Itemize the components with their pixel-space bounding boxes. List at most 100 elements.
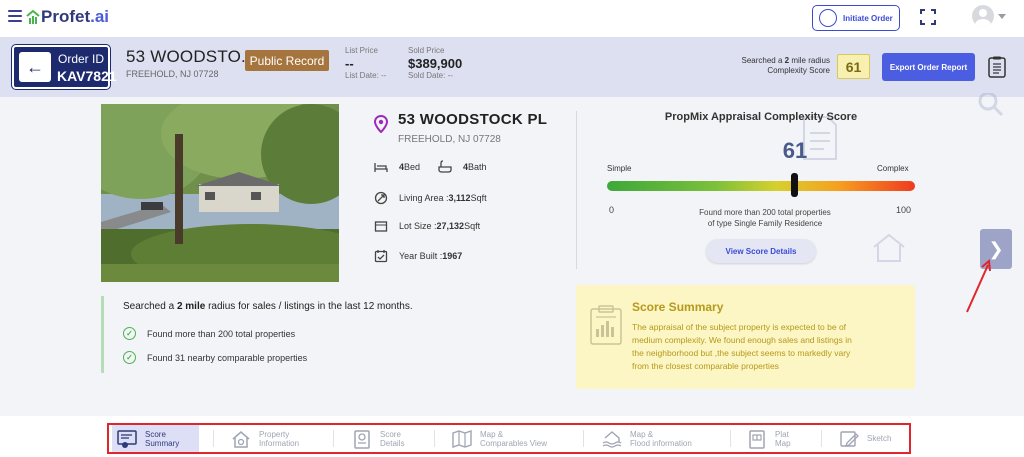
list-item: ✓ Found 31 nearby comparable properties <box>123 351 307 364</box>
nav-separator <box>583 430 584 447</box>
beds-label: Bed <box>404 162 421 172</box>
complexity-score-title: PropMix Appraisal Complexity Score <box>664 111 858 123</box>
initiate-order-label: Initiate Order <box>843 13 893 23</box>
search-summary-panel: Searched a 2 mile radius for sales / lis… <box>101 296 459 373</box>
nav-separator <box>333 430 334 447</box>
complex-label: Complex <box>877 164 909 173</box>
nav-highlight-frame: Score Summary Property Information Score De… <box>107 423 911 454</box>
property-photo[interactable] <box>101 104 339 282</box>
score-summary-card: Score Summary The appraisal of the subje… <box>576 285 915 389</box>
logo-house-icon <box>26 9 40 24</box>
tab-label-line1: Plat <box>775 429 789 439</box>
list-item: ✓ Found more than 200 total properties <box>123 327 295 340</box>
public-record-badge: Public Record <box>245 50 329 71</box>
tab-label: Score Summary <box>145 430 179 448</box>
tab-score-details[interactable]: Score Details <box>352 425 404 452</box>
living-area-row: Living Area : 3,112 Sqft <box>374 191 487 205</box>
order-id-label: Order ID <box>58 52 105 66</box>
complexity-score-label: Complexity Score <box>767 66 830 75</box>
fullscreen-icon[interactable] <box>920 9 936 25</box>
header-city: FREEHOLD, NJ 07728 <box>126 69 219 79</box>
list-item-text: Found more than 200 total properties <box>147 328 296 339</box>
report-document-icon[interactable] <box>988 56 1006 78</box>
complexity-score-marker <box>791 173 799 197</box>
found-properties-text: Found more than 200 total properties of … <box>670 207 860 229</box>
back-button[interactable]: ← <box>19 52 51 82</box>
top-bar: Profet .ai Initiate Order <box>0 0 1024 37</box>
house-deco-icon <box>873 233 905 262</box>
baths-label: Bath <box>468 162 487 172</box>
header-address: 53 WOODSTO... <box>126 47 256 66</box>
tab-label-line2: Comparables View <box>480 438 547 448</box>
tab-label: Score Details <box>380 430 404 448</box>
living-area-value: 3,112 <box>448 193 471 203</box>
list-price-label: List Price <box>345 46 378 55</box>
lot-size-unit: Sqft <box>464 221 481 231</box>
tab-label: Map & Flood information <box>630 430 692 448</box>
bed-icon <box>374 163 388 172</box>
score-summary-icon <box>117 429 137 448</box>
living-area-label: Living Area : <box>399 193 449 203</box>
calendar-icon <box>374 250 388 263</box>
flood-icon <box>602 430 622 448</box>
list-price-block: List Price -- List Date: -- <box>345 46 386 80</box>
radius-text: Searched a 2 mile radius Complexity Scor… <box>700 56 831 76</box>
tab-label-line2: Information <box>259 438 300 448</box>
profet-logo[interactable]: Profet .ai <box>26 7 109 27</box>
year-built-value: 1967 <box>442 251 463 261</box>
complexity-gradient-bar <box>607 181 915 191</box>
tab-map-flood[interactable]: Map & Flood information <box>602 425 692 452</box>
summary-line: The appraisal of the subject property is… <box>632 322 847 332</box>
radius-text-pre: Searched a <box>741 56 785 65</box>
magnifier-deco-icon <box>978 93 1004 117</box>
tab-label-line2: Summary <box>145 438 180 448</box>
found-line-1: Found more than 200 total properties <box>699 208 831 217</box>
scale-max-label: 100 <box>896 205 912 215</box>
export-order-report-button[interactable]: Export Order Report <box>882 53 975 81</box>
tab-label-line1: Score <box>380 429 401 439</box>
initiate-order-button[interactable]: Initiate Order <box>812 5 900 31</box>
radius-text-post: mile radius <box>789 56 830 65</box>
chevron-down-icon[interactable] <box>998 14 1006 19</box>
list-date: List Date: -- <box>345 71 387 80</box>
order-header: ← Order ID KAV7821 53 WOODSTO... FREEHOL… <box>0 37 1024 97</box>
lot-size-label: Lot Size : <box>399 221 437 231</box>
tab-score-summary[interactable]: Score Summary <box>112 425 199 452</box>
ss-title-pre: Searched a <box>123 301 177 312</box>
order-id-box: ← Order ID KAV7821 <box>12 45 117 89</box>
arrow-left-icon: ← <box>26 56 44 77</box>
summary-line: medium complexity. We found enough sales… <box>632 335 852 345</box>
search-summary-title: Searched a 2 mile radius for sales / lis… <box>123 301 413 312</box>
summary-line: the neighborhood but ,the subject seems … <box>632 348 851 358</box>
ss-title-bold: 2 mile <box>176 301 206 312</box>
tab-label-line2: Flood information <box>630 438 692 448</box>
lot-size-value: 27,132 <box>436 221 465 231</box>
summary-line: from the closest comparable properties <box>632 361 779 371</box>
tab-label-line1: Map & <box>630 429 654 439</box>
tab-sketch[interactable]: Sketch <box>839 425 891 452</box>
house-icon <box>232 430 250 448</box>
complexity-score-badge: 61 <box>837 54 870 79</box>
sold-date: Sold Date: -- <box>408 71 453 80</box>
living-area-unit: Sqft <box>470 193 487 203</box>
view-score-details-button[interactable]: View Score Details <box>706 239 816 263</box>
tab-label: Sketch <box>867 434 891 443</box>
order-id-value: KAV7821 <box>57 68 117 84</box>
logo-text: Profet <box>41 7 91 26</box>
hamburger-menu-icon[interactable] <box>8 10 22 22</box>
check-circle-icon: ✓ <box>123 327 136 340</box>
report-clipboard-icon <box>590 305 622 345</box>
simple-label: Simple <box>607 164 632 173</box>
tab-label-line1: Property <box>259 429 290 439</box>
list-price-value: -- <box>345 56 354 71</box>
red-annotation-arrow <box>966 258 991 313</box>
list-item-text: Found 31 nearby comparable properties <box>147 352 308 363</box>
complexity-score-value: 61 <box>782 138 808 163</box>
tab-map-comparables[interactable]: Map & Comparables View <box>452 425 547 452</box>
map-icon <box>452 429 472 448</box>
logo-suffix: .ai <box>90 7 110 26</box>
tab-plat-map[interactable]: Plat Map <box>747 425 791 452</box>
tab-property-information[interactable]: Property Information <box>231 425 299 452</box>
tab-label: Map & Comparables View <box>480 430 547 448</box>
user-avatar[interactable] <box>972 5 994 27</box>
